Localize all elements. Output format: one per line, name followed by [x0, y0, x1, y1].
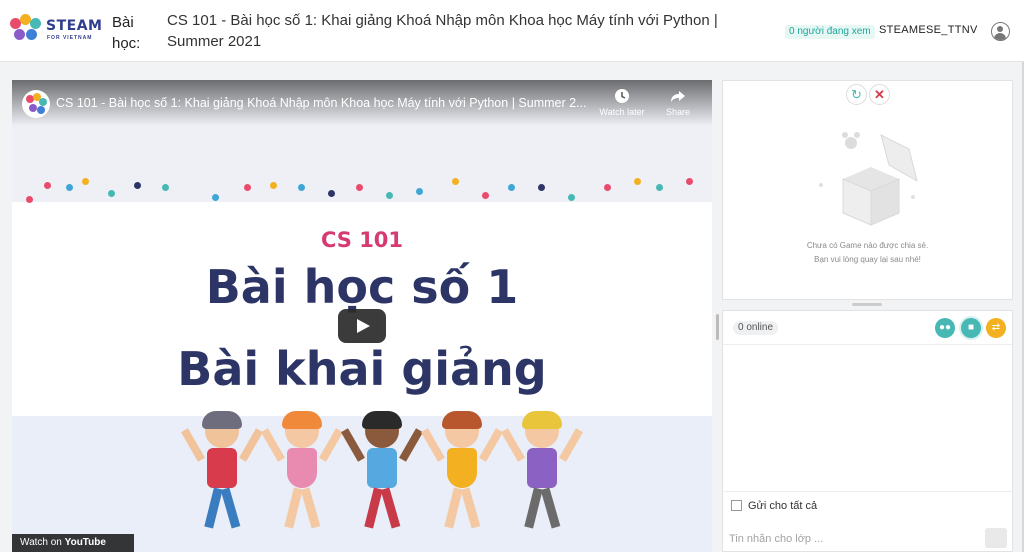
lesson-title: CS 101 - Bài học số 1: Khai giảng Khoá N…	[167, 12, 718, 50]
send-to-all-label: Gửi cho tất cả	[748, 500, 818, 512]
logo-subtext: FOR VIETNAM	[47, 35, 93, 41]
scrollbar[interactable]	[716, 314, 719, 340]
chat-panel: 0 online ●● ■ ⇄ Gửi cho tất cả	[722, 310, 1013, 552]
user-circle-icon[interactable]	[991, 22, 1010, 41]
no-game-line-1: Chưa có Game nào được chia sẻ.	[806, 241, 929, 250]
close-icon[interactable]: ✕	[869, 84, 890, 105]
play-icon[interactable]	[338, 309, 386, 343]
channel-avatar[interactable]	[22, 90, 50, 118]
watch-on-youtube-button[interactable]: Watch on YouTube	[12, 534, 134, 552]
youtube-brand-label: YouTube	[64, 537, 106, 548]
game-panel: ↻ ✕ Chưa có Game nào được chia sẻ. Bạn v…	[722, 80, 1013, 300]
users-icon[interactable]: ●●	[935, 318, 955, 338]
share-icon	[671, 91, 685, 102]
board-icon[interactable]: ■	[961, 318, 981, 338]
empty-box-icon	[819, 132, 918, 226]
panel-resize-handle[interactable]	[852, 303, 882, 306]
swap-icon[interactable]: ⇄	[986, 318, 1006, 338]
slide-heading-2: Bài khai giảng	[177, 342, 547, 396]
watch-later-button[interactable]: Watch later	[592, 88, 652, 117]
steam-logo[interactable]: STEAM FOR VIETNAM	[10, 14, 102, 48]
watch-on-label: Watch on	[20, 537, 62, 548]
lesson-label: Bài học:	[112, 14, 141, 52]
top-header: STEAM FOR VIETNAM Bài học: CS 101 - Bài …	[0, 0, 1024, 62]
logo-text: STEAM	[46, 18, 103, 34]
watch-later-label: Watch later	[599, 107, 645, 117]
video-player[interactable]: CS 101 - Bài học số 1: Khai giảng Khoá N…	[12, 80, 712, 552]
share-label: Share	[665, 107, 691, 117]
share-button[interactable]: Share	[648, 88, 708, 117]
youtube-video-title[interactable]: CS 101 - Bài học số 1: Khai giảng Khoá N…	[56, 96, 592, 110]
username[interactable]: STEAMESE_TTNV	[879, 24, 978, 36]
slide-course-code: CS 101	[320, 228, 404, 252]
checkbox-icon[interactable]	[731, 500, 742, 511]
refresh-icon[interactable]: ↻	[846, 84, 867, 105]
send-button[interactable]	[985, 528, 1007, 548]
send-to-all-checkbox[interactable]: Gửi cho tất cả	[731, 500, 817, 512]
youtube-title-bar: CS 101 - Bài học số 1: Khai giảng Khoá N…	[12, 80, 712, 126]
online-count-badge: 0 online	[733, 321, 779, 335]
clock-icon	[615, 89, 629, 103]
viewers-badge: 0 người đang xem	[785, 25, 875, 39]
kids-illustration	[181, 411, 583, 552]
no-game-message: Chưa có Game nào được chia sẻ. Bạn vui l…	[723, 239, 1012, 267]
chat-compose: Gửi cho tất cả	[723, 491, 1012, 552]
chat-toolbar: 0 online ●● ■ ⇄	[723, 311, 1012, 345]
steam-logo-mark-icon	[10, 14, 42, 46]
message-input[interactable]	[729, 530, 979, 548]
slide-heading-1: Bài học số 1	[205, 260, 519, 314]
no-game-line-2: Bạn vui lòng quay lại sau nhé!	[814, 255, 921, 264]
